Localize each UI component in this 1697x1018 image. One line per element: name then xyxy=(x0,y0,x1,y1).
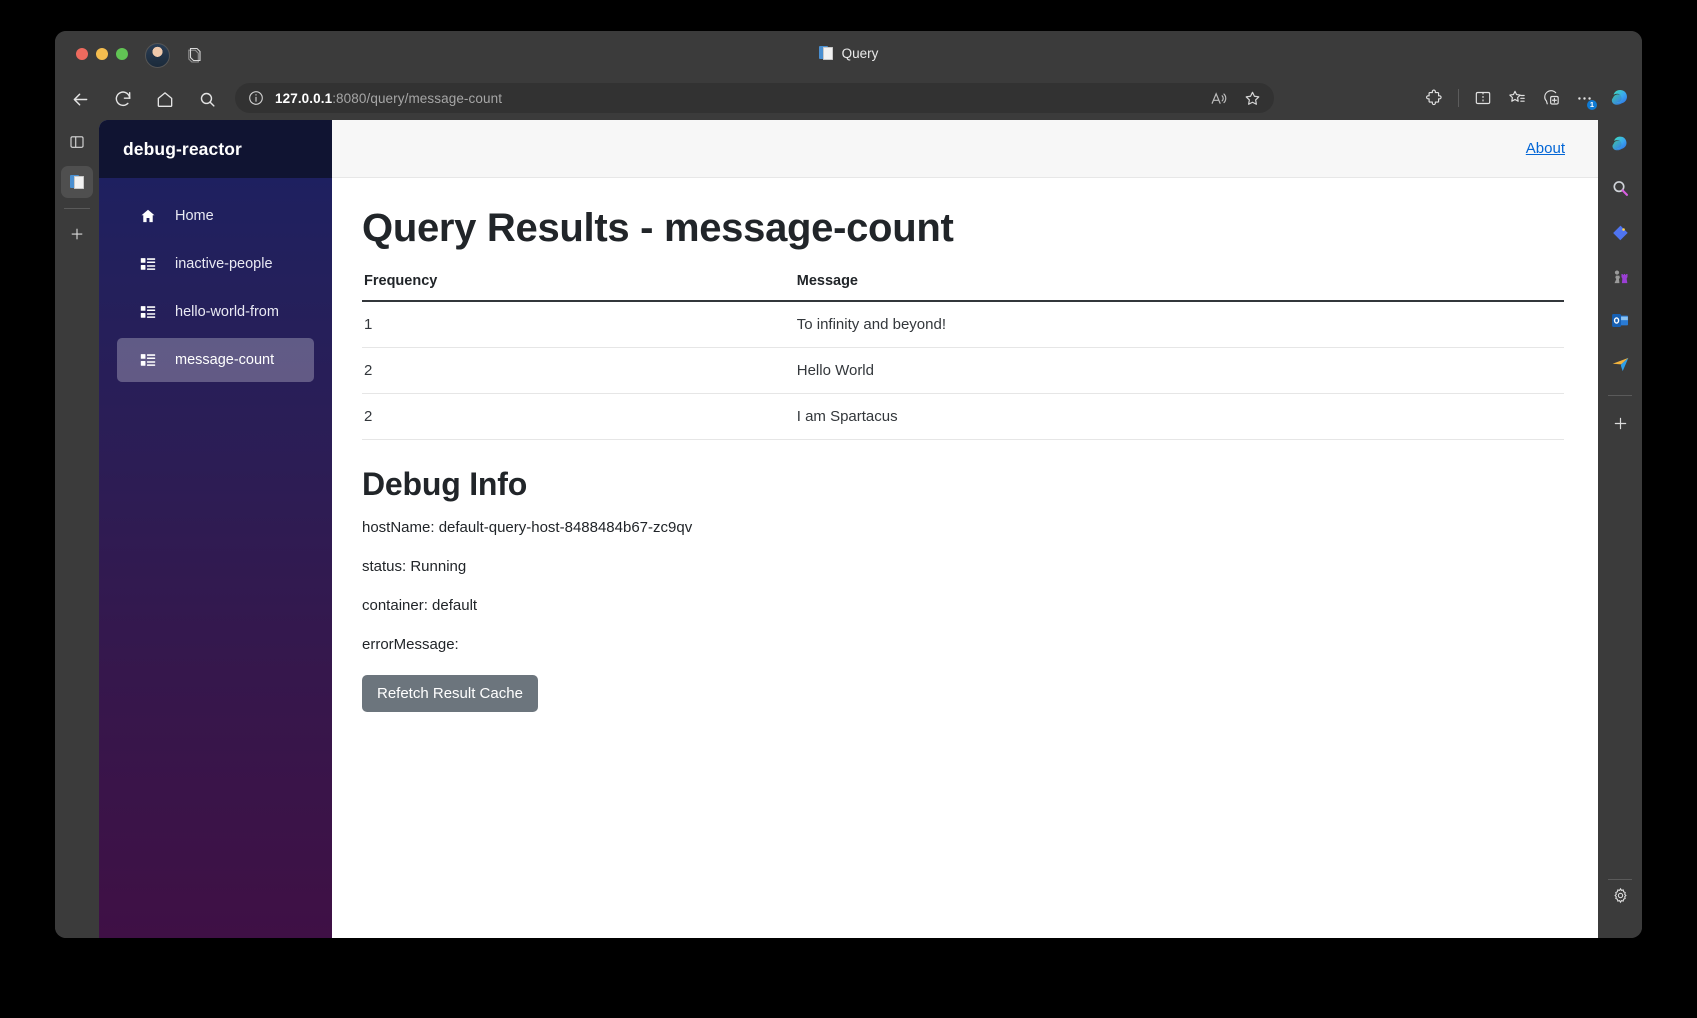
active-tab-title-area: Query xyxy=(55,45,1642,61)
debug-error-message: errorMessage: xyxy=(362,636,459,653)
cell-message: I am Spartacus xyxy=(794,393,1564,440)
app-topbar: About xyxy=(332,120,1598,178)
vertical-tab-query[interactable] xyxy=(61,166,93,198)
plus-icon[interactable] xyxy=(1605,408,1635,438)
page-title: Query Results - message-count xyxy=(362,206,954,250)
results-table-head: Frequency Message xyxy=(362,273,1564,302)
cell-frequency: 2 xyxy=(362,393,795,440)
edge-sidebar-divider xyxy=(1608,395,1632,396)
back-arrow-icon[interactable] xyxy=(67,86,93,112)
plus-icon[interactable] xyxy=(61,218,93,250)
sidebar-item-message-count[interactable]: message-count xyxy=(117,338,314,382)
list-icon xyxy=(139,303,157,321)
address-bar[interactable]: 127.0.0.1:8080/query/message-count xyxy=(235,83,1274,113)
more-options-badge: 1 xyxy=(1587,100,1597,110)
cell-frequency: 1 xyxy=(362,301,795,348)
address-bar-url[interactable]: 127.0.0.1:8080/query/message-count xyxy=(275,91,502,106)
outlook-icon[interactable] xyxy=(1605,305,1635,335)
cell-frequency: 2 xyxy=(362,347,795,394)
debug-status: status: Running xyxy=(362,558,467,575)
add-tab-group-icon[interactable] xyxy=(1535,83,1567,113)
url-path: :8080/query/message-count xyxy=(332,90,503,106)
browser-titlebar: Query xyxy=(55,31,1642,78)
tabstrip-divider xyxy=(64,208,90,209)
debug-hostname: hostName: default-query-host-8488484b67-… xyxy=(362,519,693,536)
refetch-result-cache-button[interactable]: Refetch Result Cache xyxy=(362,675,538,712)
shopping-tag-icon[interactable] xyxy=(1605,217,1635,247)
extensions-puzzle-icon[interactable] xyxy=(1418,83,1450,113)
toolbar-divider xyxy=(1458,89,1459,107)
copilot-icon[interactable] xyxy=(1607,85,1634,112)
cell-message: Hello World xyxy=(794,347,1564,394)
sidebar-item-label: Home xyxy=(175,208,214,224)
site-info-icon[interactable] xyxy=(247,89,265,107)
cell-message: To infinity and beyond! xyxy=(794,301,1564,348)
web-page-viewport: debug-reactor Home inactive-people hello… xyxy=(99,120,1598,938)
toolbar-right-actions: 1 xyxy=(1418,83,1634,113)
search-icon[interactable] xyxy=(194,86,220,112)
results-table-body: 1 To infinity and beyond! 2 Hello World … xyxy=(362,301,1564,440)
collections-icon[interactable] xyxy=(1501,83,1533,113)
sidebar-item-label: inactive-people xyxy=(175,256,273,272)
gear-icon[interactable] xyxy=(1605,880,1635,910)
copilot-icon[interactable] xyxy=(1605,129,1635,159)
sidebar-item-label: hello-world-from xyxy=(175,304,279,320)
document-icon xyxy=(69,174,85,190)
debug-info-heading: Debug Info xyxy=(362,466,528,502)
games-icon[interactable] xyxy=(1605,261,1635,291)
app-brand-title: debug-reactor xyxy=(99,120,332,178)
app-sidebar: debug-reactor Home inactive-people hello… xyxy=(99,120,332,938)
table-row: 2 I am Spartacus xyxy=(362,393,1564,440)
search-icon[interactable] xyxy=(1605,173,1635,203)
column-header-frequency: Frequency xyxy=(362,273,795,302)
browser-window: Query 127.0.0.1:8080/query/message-count… xyxy=(55,31,1642,938)
table-row: 2 Hello World xyxy=(362,347,1564,394)
reload-icon[interactable] xyxy=(110,86,136,112)
list-icon xyxy=(139,255,157,273)
edge-sidebar xyxy=(1598,120,1642,938)
tab-title-label: Query xyxy=(841,45,879,61)
sidebar-item-hello-world-from[interactable]: hello-world-from xyxy=(117,290,314,334)
browser-body: debug-reactor Home inactive-people hello… xyxy=(55,120,1642,938)
send-icon[interactable] xyxy=(1605,349,1635,379)
sidebar-item-label: message-count xyxy=(175,352,275,368)
app-sidebar-nav: Home inactive-people hello-world-from me… xyxy=(99,178,332,386)
results-table: Frequency Message 1 To infinity and beyo… xyxy=(362,273,1564,440)
sidebar-item-inactive-people[interactable]: inactive-people xyxy=(117,242,314,286)
column-header-message: Message xyxy=(794,273,1564,302)
list-icon xyxy=(139,351,157,369)
sidebar-item-home[interactable]: Home xyxy=(117,194,314,238)
document-icon xyxy=(818,45,834,61)
app-main: About Query Results - message-count Freq… xyxy=(332,120,1598,938)
favorite-star-icon[interactable] xyxy=(1243,89,1262,108)
read-aloud-icon[interactable] xyxy=(1209,89,1228,108)
table-row: 1 To infinity and beyond! xyxy=(362,301,1564,348)
app-content: Query Results - message-count Frequency … xyxy=(332,178,1598,712)
collapse-tabstrip-icon[interactable] xyxy=(61,126,93,158)
home-icon[interactable] xyxy=(152,86,178,112)
debug-container: container: default xyxy=(362,597,478,614)
browser-toolbar: 127.0.0.1:8080/query/message-count 1 xyxy=(55,78,1642,120)
split-screen-icon[interactable] xyxy=(1467,83,1499,113)
about-link[interactable]: About xyxy=(1526,140,1565,157)
vertical-tabstrip xyxy=(55,120,99,938)
table-header-row: Frequency Message xyxy=(362,273,1564,302)
more-options-icon[interactable]: 1 xyxy=(1569,83,1599,113)
home-icon xyxy=(139,207,157,225)
url-host: 127.0.0.1 xyxy=(275,90,333,106)
